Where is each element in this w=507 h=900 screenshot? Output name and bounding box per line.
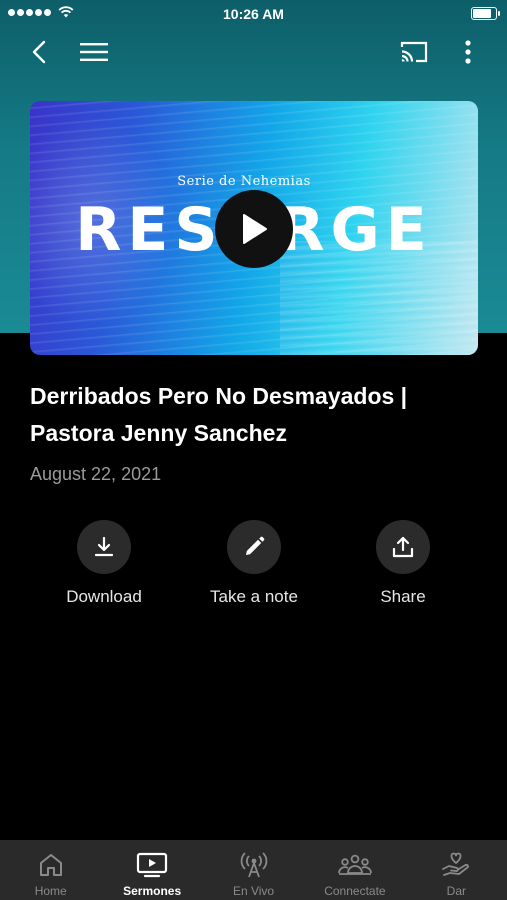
bottom-tab-bar: Home Sermones En Vivo Connectate Dar <box>0 840 507 900</box>
tab-dar[interactable]: Dar <box>406 840 507 900</box>
take-note-button[interactable]: Take a note <box>179 520 329 607</box>
series-label: Serie de Nehemias <box>177 174 311 189</box>
tab-dar-label: Dar <box>446 884 466 898</box>
status-time: 10:26 AM <box>223 6 284 22</box>
top-navigation <box>0 30 507 74</box>
sermon-title: Derribados Pero No Desmayados | Pastora … <box>30 383 408 446</box>
battery-icon <box>471 7 500 20</box>
share-button-circle[interactable] <box>376 520 430 574</box>
tab-home-label: Home <box>34 884 67 898</box>
take-note-label: Take a note <box>210 587 298 606</box>
tab-sermones-label: Sermones <box>123 884 182 898</box>
download-icon <box>94 536 114 557</box>
more-vertical-icon <box>465 40 471 64</box>
back-button[interactable] <box>22 34 56 70</box>
sermon-date: August 22, 2021 <box>30 464 162 484</box>
tab-connectate-label: Connectate <box>324 884 386 898</box>
broadcast-icon <box>239 850 269 880</box>
tab-en-vivo-label: En Vivo <box>232 884 275 898</box>
tab-home[interactable]: Home <box>0 840 101 900</box>
tab-connectate[interactable]: Connectate <box>304 840 405 900</box>
chevron-left-icon <box>32 40 46 64</box>
pencil-icon <box>246 536 265 555</box>
download-button-circle[interactable] <box>77 520 131 574</box>
share-label: Share <box>380 587 426 606</box>
tab-sermones[interactable]: Sermones <box>101 840 202 900</box>
menu-button[interactable] <box>74 34 114 70</box>
share-button[interactable]: Share <box>328 520 478 607</box>
more-options-button[interactable] <box>452 34 484 70</box>
hamburger-menu-icon <box>80 43 108 61</box>
cast-icon <box>400 41 428 63</box>
status-bar: 10:26 AM <box>0 0 507 28</box>
take-note-button-circle[interactable] <box>227 520 281 574</box>
heart-hand-icon <box>441 850 471 880</box>
play-button[interactable] <box>215 190 293 268</box>
people-icon <box>338 850 372 880</box>
download-button[interactable]: Download <box>29 520 179 607</box>
download-label: Download <box>66 587 142 606</box>
home-icon <box>38 850 64 880</box>
video-thumbnail[interactable]: Serie de Nehemias RESURGE <box>30 101 478 355</box>
tv-play-icon <box>136 850 168 880</box>
share-icon <box>392 536 414 558</box>
play-icon <box>243 214 267 244</box>
cast-button[interactable] <box>394 34 434 70</box>
tab-en-vivo[interactable]: En Vivo <box>203 840 304 900</box>
